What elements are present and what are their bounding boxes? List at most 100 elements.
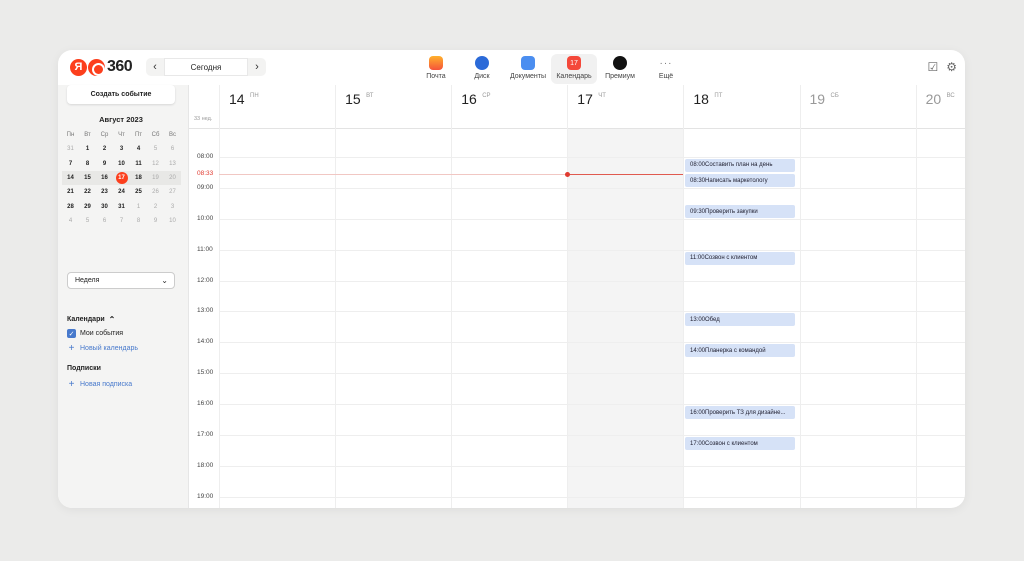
mini-day[interactable]: 7 [62, 157, 79, 171]
event-chip[interactable]: 08:30 Написать маркетологу [685, 174, 795, 188]
event-chip[interactable]: 08:00 Составить план на день [685, 158, 795, 172]
day-column-19[interactable] [799, 129, 916, 508]
day-column-16[interactable] [451, 129, 567, 508]
logo-circle-icon [88, 58, 105, 76]
mini-day[interactable]: 3 [164, 199, 181, 213]
mini-day[interactable]: 4 [62, 214, 79, 228]
mini-day[interactable]: 30 [96, 199, 113, 213]
new-calendar-label: Новый календарь [80, 345, 139, 352]
day-header-16[interactable]: 16 СР [451, 85, 567, 129]
day-column-17[interactable] [567, 129, 684, 508]
mini-week-row: 28 29 30 31 1 2 3 [62, 199, 181, 213]
mini-day[interactable]: 23 [96, 185, 113, 199]
mini-day[interactable]: 4 [130, 142, 147, 156]
hour-line [219, 373, 965, 375]
current-time-line-past [219, 173, 567, 175]
mini-day[interactable]: 29 [79, 199, 96, 213]
mini-day[interactable]: 16 [96, 171, 113, 185]
tasks-icon[interactable]: ☑ [927, 60, 938, 74]
day-number: 15 [345, 91, 361, 107]
mini-day[interactable]: 8 [79, 157, 96, 171]
mini-day[interactable]: 28 [62, 199, 79, 213]
app-label: Ещё [658, 73, 674, 80]
mini-day[interactable]: 31 [113, 199, 130, 213]
mini-day[interactable]: 19 [147, 171, 164, 185]
hour-label: 15:00 [197, 369, 214, 377]
mini-day[interactable]: 13 [164, 157, 181, 171]
my-events-calendar[interactable]: ✓ Мои события [67, 329, 123, 338]
day-header-20[interactable]: 20 ВС [915, 85, 965, 129]
mini-day[interactable]: 10 [164, 214, 181, 228]
app-docs[interactable]: Документы [505, 54, 551, 84]
event-title: Проверить закупки [705, 208, 758, 215]
mini-day[interactable]: 15 [79, 171, 96, 185]
date-navigation: ‹ Сегодня › [146, 58, 266, 76]
app-more[interactable]: ··· Ещё [643, 54, 689, 84]
checkbox-checked-icon[interactable]: ✓ [67, 329, 76, 338]
app-disk[interactable]: Диск [459, 54, 505, 84]
mini-day[interactable]: 22 [79, 185, 96, 199]
mini-day[interactable]: 6 [96, 214, 113, 228]
view-select[interactable]: Неделя ⌄ [67, 272, 175, 289]
mini-day[interactable]: 8 [130, 214, 147, 228]
day-number: 20 [925, 91, 942, 107]
mini-day[interactable]: 31 [62, 142, 79, 156]
app-premium[interactable]: Премиум [597, 54, 643, 84]
mini-day[interactable]: 6 [164, 142, 181, 156]
event-chip[interactable]: 14:00 Планерка с командой [685, 344, 795, 358]
today-button[interactable]: Сегодня [164, 58, 248, 76]
new-subscription-link[interactable]: + Новая подписка [67, 379, 133, 390]
mini-day[interactable]: 1 [130, 199, 147, 213]
new-calendar-link[interactable]: + Новый календарь [67, 343, 138, 354]
day-header-15[interactable]: 15 ВТ [335, 85, 451, 129]
event-chip[interactable]: 09:30 Проверить закупки [685, 205, 795, 219]
day-column-15[interactable] [335, 129, 451, 508]
day-number: 19 [809, 91, 826, 107]
weekday-head: Чт [118, 132, 125, 139]
mini-day[interactable]: 20 [164, 171, 181, 185]
mini-day[interactable]: 2 [96, 142, 113, 156]
day-header-18[interactable]: 18 ПТ [683, 85, 799, 129]
day-column-14[interactable] [219, 129, 335, 508]
mini-day[interactable]: 27 [164, 185, 181, 199]
mini-day[interactable]: 18 [130, 171, 147, 185]
event-chip[interactable]: 16:00 Проверить ТЗ для дизайне... [685, 406, 795, 420]
mini-day[interactable]: 26 [147, 185, 164, 199]
event-chip[interactable]: 11:00 Созвон с клиентом [685, 251, 795, 265]
yandex-360-logo[interactable]: Я 360 [70, 58, 133, 76]
mini-day[interactable]: 12 [147, 157, 164, 171]
day-header-14[interactable]: 14 ПН [219, 85, 335, 129]
mini-day[interactable]: 5 [79, 214, 96, 228]
event-chip[interactable]: 13:00 Обед [685, 313, 795, 327]
mini-day[interactable]: 5 [147, 142, 164, 156]
calendars-section-toggle[interactable]: Календари ⌃ [67, 315, 115, 324]
next-week-button[interactable]: › [248, 58, 266, 76]
mini-day[interactable]: 1 [79, 142, 96, 156]
mini-day[interactable]: 9 [147, 214, 164, 228]
app-label: Документы [509, 73, 547, 80]
hour-label: 08:00 [197, 152, 214, 160]
mini-day[interactable]: 24 [113, 185, 130, 199]
gear-icon[interactable]: ⚙ [946, 60, 957, 74]
mini-day[interactable]: 25 [130, 185, 147, 199]
mini-day[interactable]: 10 [113, 157, 130, 171]
day-header-17[interactable]: 17 ЧТ [567, 85, 683, 129]
mini-day[interactable]: 17 [113, 171, 130, 185]
day-header-19[interactable]: 19 СБ [799, 85, 916, 129]
mini-day[interactable]: 21 [62, 185, 79, 199]
prev-week-button[interactable]: ‹ [146, 58, 164, 76]
mini-day[interactable]: 2 [147, 199, 164, 213]
app-mail[interactable]: Почта [413, 54, 459, 84]
day-number: 17 [577, 91, 593, 107]
event-title: Планерка с командой [705, 347, 766, 354]
mini-day[interactable]: 11 [130, 157, 147, 171]
app-calendar[interactable]: 17 Календарь [551, 54, 597, 84]
day-column-20[interactable] [915, 129, 965, 508]
event-chip[interactable]: 17:00 Созвон с клиентом [685, 437, 795, 450]
mini-day[interactable]: 7 [113, 214, 130, 228]
day-number: 18 [693, 91, 709, 107]
mini-day[interactable]: 9 [96, 157, 113, 171]
mini-day[interactable]: 3 [113, 142, 130, 156]
mini-day[interactable]: 14 [62, 171, 79, 185]
create-event-button[interactable]: Создать событие [67, 85, 175, 104]
